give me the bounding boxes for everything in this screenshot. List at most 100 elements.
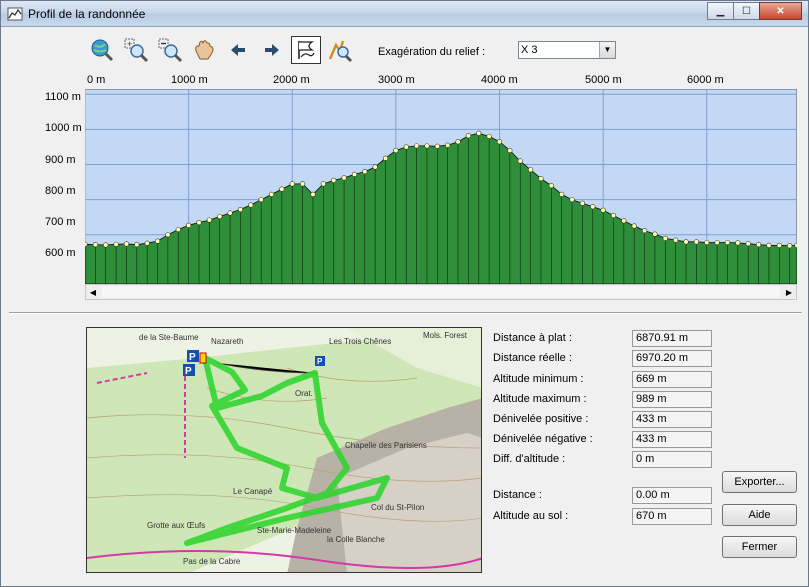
elevation-point xyxy=(496,139,503,145)
elevation-point xyxy=(486,133,492,140)
elevation-point xyxy=(465,133,472,139)
elevation-point xyxy=(662,235,668,241)
elevation-point xyxy=(175,226,181,233)
previous-button[interactable] xyxy=(223,36,253,64)
svg-text:P: P xyxy=(317,357,323,366)
elevation-point xyxy=(113,241,119,247)
zoom-out-icon xyxy=(158,38,183,63)
topographic-map-image: P P P de la Ste-Baume Nazareth Les Trois… xyxy=(87,328,481,572)
elevation-point xyxy=(165,232,171,238)
zoom-in-button[interactable]: + xyxy=(121,36,151,64)
negative-gain-value: 433 m xyxy=(632,431,712,448)
elevation-point xyxy=(766,242,772,248)
x-tick-label: 4000 m xyxy=(481,74,518,86)
y-tick-label: 700 m xyxy=(45,216,76,228)
elevation-point xyxy=(600,207,606,213)
chevron-down-icon[interactable]: ▼ xyxy=(599,42,615,58)
cursor-label: Distance : xyxy=(493,489,542,501)
elevation-point xyxy=(704,239,710,246)
elevation-point xyxy=(393,147,399,154)
pan-button[interactable] xyxy=(189,36,219,64)
max-altitude-value: 989 m xyxy=(632,391,712,408)
relief-label: Exagération du relief : xyxy=(378,46,486,58)
export-button[interactable]: Exporter... xyxy=(722,471,797,493)
profile-mode-button[interactable] xyxy=(291,36,321,64)
elevation-point xyxy=(414,143,420,149)
profile-window: Profil de la randonnée ▁ ☐ ✕ + Exagérati… xyxy=(0,0,809,587)
panel-divider xyxy=(9,312,802,314)
stat-label: Diff. d'altitude : xyxy=(493,453,566,465)
elevation-point xyxy=(610,212,617,219)
elevation-point xyxy=(476,130,482,136)
map-label: la Colle Blanche xyxy=(327,535,385,544)
arrow-left-icon xyxy=(231,44,245,56)
elevation-point xyxy=(123,241,130,247)
elevation-point xyxy=(92,242,98,248)
stat-label: Distance réelle : xyxy=(493,352,572,364)
elevation-point xyxy=(724,239,731,246)
elevation-point xyxy=(590,204,596,210)
elevation-point xyxy=(341,175,347,181)
next-button[interactable] xyxy=(257,36,287,64)
zoom-globe-button[interactable] xyxy=(87,36,117,64)
elevation-point xyxy=(787,243,793,249)
minimize-icon: ▁ xyxy=(716,5,725,17)
elevation-point xyxy=(683,239,689,245)
elevation-point xyxy=(320,181,326,187)
map-label: Chapelle des Parisiens xyxy=(345,441,427,450)
elevation-point xyxy=(103,242,109,248)
relief-value: X 3 xyxy=(521,44,538,56)
maximize-icon: ☐ xyxy=(742,5,751,17)
elevation-point xyxy=(527,167,534,173)
pan-hand-icon xyxy=(195,40,214,60)
zoom-in-icon: + xyxy=(124,38,149,63)
scroll-right-icon[interactable]: ▶ xyxy=(782,285,796,299)
map-label: Nazareth xyxy=(211,337,243,346)
elevation-point xyxy=(206,217,212,223)
elevation-point xyxy=(794,242,797,248)
elevation-point xyxy=(196,219,202,226)
svg-text:P: P xyxy=(189,352,196,363)
help-button[interactable]: Aide xyxy=(722,504,797,526)
scroll-left-icon[interactable]: ◀ xyxy=(86,285,100,299)
elevation-point xyxy=(279,186,285,192)
cursor-label: Altitude au sol : xyxy=(493,510,569,522)
flat-distance-value: 6870.91 m xyxy=(632,330,712,347)
walker-search-button[interactable] xyxy=(325,36,355,64)
map-label: Mols. Forest xyxy=(423,331,468,340)
stat-label: Altitude maximum : xyxy=(493,393,587,405)
cursor-distance-value: 0.00 m xyxy=(632,487,712,504)
arrow-right-icon xyxy=(265,44,279,56)
scrollbar-thumb[interactable] xyxy=(102,286,780,298)
elevation-profile-chart[interactable] xyxy=(85,89,797,284)
y-tick-label: 1000 m xyxy=(45,122,82,134)
x-tick-label: 6000 m xyxy=(687,74,724,86)
title-bar[interactable]: Profil de la randonnée ▁ ☐ ✕ xyxy=(1,1,808,27)
elevation-point xyxy=(310,191,316,198)
y-tick-label: 600 m xyxy=(45,247,76,259)
chart-horizontal-scrollbar[interactable]: ◀ ▶ xyxy=(85,284,797,300)
elevation-point xyxy=(735,240,741,246)
route-map[interactable]: P P P de la Ste-Baume Nazareth Les Trois… xyxy=(86,327,482,573)
zoom-out-button[interactable] xyxy=(155,36,185,64)
cursor-altitude-value: 670 m xyxy=(632,508,712,525)
stat-label: Dénivelée négative : xyxy=(493,433,593,445)
elevation-point xyxy=(621,218,627,224)
minimize-button[interactable]: ▁ xyxy=(707,2,734,20)
elevation-point xyxy=(693,239,699,245)
map-label: Col du St-Pilon xyxy=(371,503,424,512)
y-tick-label: 1100 m xyxy=(45,91,81,103)
elevation-point xyxy=(85,241,88,247)
min-altitude-value: 669 m xyxy=(632,371,712,388)
elevation-point xyxy=(362,168,368,175)
elevation-point xyxy=(227,210,233,216)
elevation-point xyxy=(248,202,254,208)
close-button[interactable]: Fermer xyxy=(722,536,797,558)
y-tick-label: 800 m xyxy=(45,185,76,197)
map-label: Grotte aux Œufs xyxy=(147,521,205,530)
elevation-point xyxy=(559,191,565,198)
close-window-button[interactable]: ✕ xyxy=(759,2,802,20)
relief-select[interactable]: X 3 ▼ xyxy=(518,41,616,59)
profile-flag-icon xyxy=(298,41,315,59)
maximize-button[interactable]: ☐ xyxy=(733,2,760,20)
